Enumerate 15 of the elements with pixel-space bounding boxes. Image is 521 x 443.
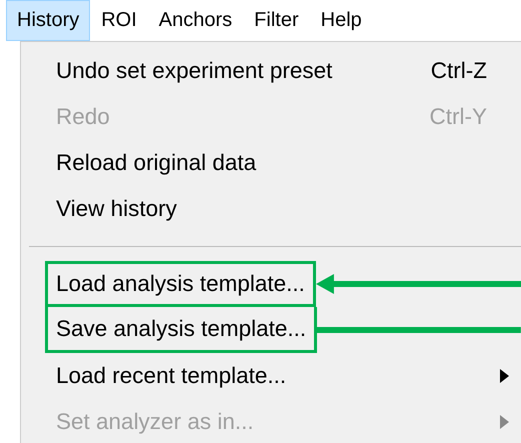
shortcut-label: Ctrl-Y [430, 103, 487, 131]
menu-item[interactable]: Load recent template... [45, 353, 298, 399]
menu-bar-item[interactable]: ROI [90, 0, 148, 41]
menu-bar-item[interactable]: History [6, 0, 90, 41]
menu-item[interactable]: Undo set experiment preset [45, 48, 344, 94]
menu-item[interactable]: Load analysis template... [45, 261, 316, 307]
submenu-arrow-icon [500, 415, 508, 429]
menu-bar-item[interactable]: Help [310, 0, 373, 41]
menu-item[interactable]: Reload original data [45, 140, 268, 186]
submenu-arrow-icon [500, 369, 508, 383]
menu-bar-item[interactable]: Anchors [148, 0, 244, 41]
menu-item[interactable]: View history [45, 186, 188, 232]
menu-bar-item[interactable]: Filter [243, 0, 310, 41]
shortcut-label: Ctrl-Z [430, 57, 487, 85]
menu-item[interactable]: Save analysis template... [45, 307, 318, 353]
